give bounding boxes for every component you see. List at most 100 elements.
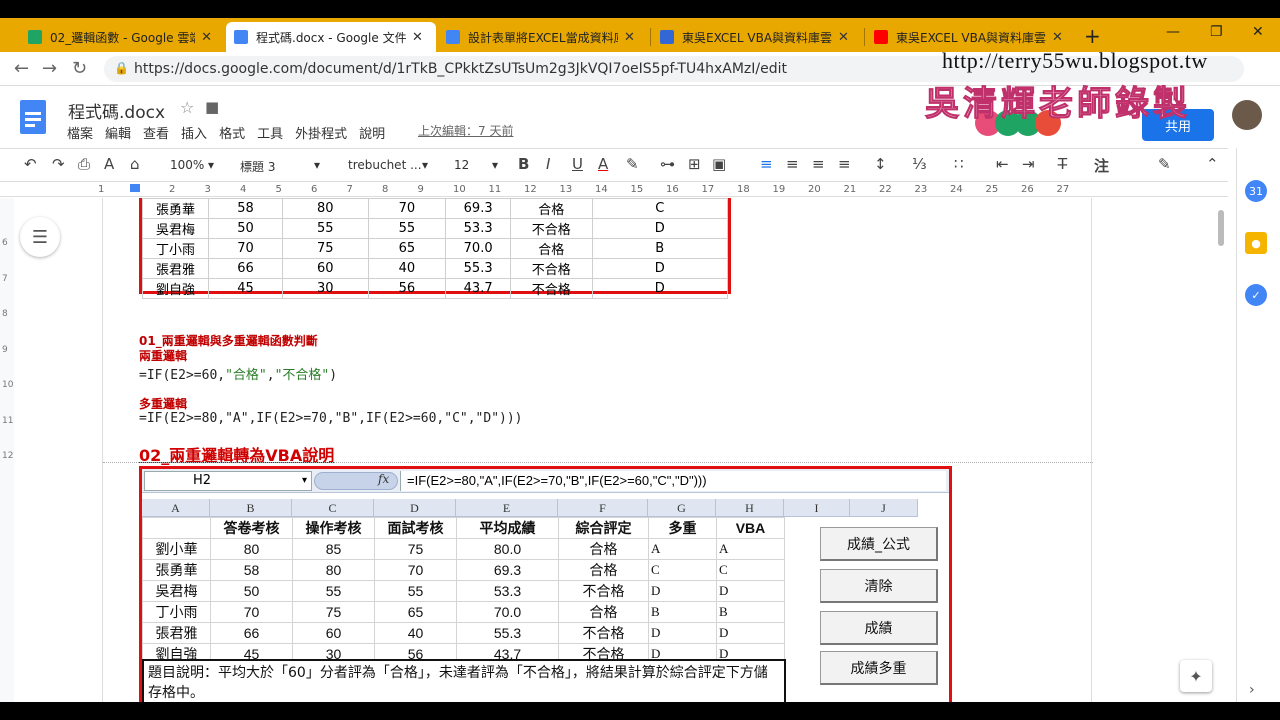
chinese-input-icon[interactable]: 注 <box>1094 155 1109 176</box>
tab-docs-active[interactable]: 程式碼.docx - Google 文件 ✕ <box>226 22 436 52</box>
watermark-url: http://terry55wu.blogspot.tw <box>942 48 1208 73</box>
grid-cell: 操作考核 <box>292 517 375 539</box>
restore-icon[interactable]: ❐ <box>1210 24 1223 40</box>
menu-insert[interactable]: 插入 <box>181 123 207 142</box>
style-select[interactable]: 標題 3 <box>240 158 275 175</box>
lock-icon: 🔒 <box>114 61 129 75</box>
editing-mode-icon[interactable]: ✎ <box>1158 155 1171 173</box>
chevron-down-icon: ▾ <box>492 158 499 172</box>
close-icon[interactable]: ✕ <box>201 30 212 45</box>
explore-icon[interactable]: ✦ <box>1180 660 1212 692</box>
undo-icon[interactable]: ↶ <box>24 155 37 173</box>
window-close-icon[interactable]: ✕ <box>1252 24 1264 40</box>
table-cell: 69.3 <box>445 198 511 219</box>
underline-icon[interactable]: U <box>572 155 583 173</box>
table-cell: 55.3 <box>445 258 511 279</box>
menu-file[interactable]: 檔案 <box>67 123 93 142</box>
link-icon[interactable]: ⊶ <box>660 155 675 173</box>
numbered-list-icon[interactable]: ⅓ <box>912 155 927 173</box>
table-cell: 張勇華 <box>141 198 210 219</box>
menu-edit[interactable]: 編輯 <box>105 123 131 142</box>
star-icon[interactable]: ☆ <box>180 98 194 117</box>
tab-blog[interactable]: 東吳EXCEL VBA與資料庫雲端 ✕ <box>652 22 862 52</box>
indent-marker-icon[interactable] <box>130 184 140 192</box>
table-cell: 不合格 <box>510 218 593 239</box>
paint-format-icon[interactable]: ⌂ <box>130 155 140 173</box>
minimize-icon[interactable]: — <box>1166 24 1180 40</box>
bulleted-list-icon[interactable]: ∷ <box>954 155 964 173</box>
image-icon[interactable]: ▣ <box>712 155 726 173</box>
account-avatar[interactable] <box>1232 100 1262 130</box>
ruler-tick: 21 <box>843 184 857 195</box>
line-spacing-icon[interactable]: ↕ <box>874 155 887 173</box>
grid-cell: 面試考核 <box>374 517 457 539</box>
back-icon[interactable]: ← <box>14 58 29 79</box>
text-color-icon[interactable]: A <box>598 155 608 173</box>
ruler-tick: 6 <box>311 184 318 195</box>
close-icon[interactable]: ✕ <box>1052 30 1063 45</box>
menu-addons[interactable]: 外掛程式 <box>295 123 347 142</box>
menu-tools[interactable]: 工具 <box>257 123 283 142</box>
tab-drive[interactable]: 02_邏輯函數 - Google 雲端硬碟 ✕ <box>20 22 220 52</box>
last-edit-link[interactable]: 上次編輯：7 天前 <box>418 122 513 139</box>
table-cell: 合格 <box>510 238 593 259</box>
align-center-icon[interactable]: ≡ <box>786 155 799 173</box>
table-cell: 70.0 <box>445 238 511 259</box>
tab-docs-2[interactable]: 設計表單將EXCEL當成資料庫 ✕ <box>438 22 648 52</box>
grid-cell: 張勇華 <box>142 559 211 581</box>
table-row: 丁小雨 70 75 65 70.0 合格 B B <box>142 601 785 623</box>
grid-cell: 55 <box>374 580 457 602</box>
decrease-indent-icon[interactable]: ⇤ <box>996 155 1009 173</box>
ruler-tick: 3 <box>204 184 211 195</box>
tasks-icon[interactable]: ✓ <box>1245 284 1267 306</box>
font-size-select[interactable]: 12 <box>454 158 469 172</box>
zoom-select[interactable]: 100% <box>170 158 204 172</box>
folder-icon[interactable]: ■ <box>205 98 219 116</box>
highlight-icon[interactable]: ✎ <box>626 155 639 173</box>
font-select[interactable]: trebuchet ... <box>348 158 422 172</box>
spellcheck-icon[interactable]: A <box>104 155 114 173</box>
keep-icon[interactable]: ● <box>1245 232 1267 254</box>
clear-format-icon[interactable]: T̶ <box>1058 155 1067 173</box>
expand-panel-icon[interactable]: › <box>1249 682 1255 698</box>
bold-icon[interactable]: B <box>518 155 529 173</box>
reload-icon[interactable]: ↻ <box>72 58 87 79</box>
increase-indent-icon[interactable]: ⇥ <box>1022 155 1035 173</box>
justify-icon[interactable]: ≡ <box>838 155 851 173</box>
ruler-tick: 17 <box>701 184 715 195</box>
close-icon[interactable]: ✕ <box>838 30 849 45</box>
horizontal-ruler[interactable]: 1123456789101112131415161718192021222324… <box>0 183 1228 197</box>
new-tab-icon[interactable]: + <box>1084 24 1101 48</box>
menu-format[interactable]: 格式 <box>219 123 245 142</box>
comment-icon[interactable]: ⊞ <box>688 155 701 173</box>
grid-cell: 53.3 <box>456 580 559 602</box>
tab-separator <box>650 28 651 46</box>
align-right-icon[interactable]: ≡ <box>812 155 825 173</box>
ruler-tick: 1 <box>98 184 105 195</box>
menu-help[interactable]: 說明 <box>359 123 385 142</box>
document-title[interactable]: 程式碼.docx <box>68 98 165 123</box>
docs-logo-icon[interactable] <box>20 100 46 134</box>
ruler-tick: 9 <box>417 184 424 195</box>
ruler-tick: 15 <box>630 184 644 195</box>
collapse-toolbar-icon[interactable]: ⌃ <box>1206 155 1219 173</box>
close-icon[interactable]: ✕ <box>624 30 635 45</box>
table-row: 張君雅 66 60 40 55.3 不合格 D <box>141 258 729 279</box>
align-left-icon[interactable]: ≡ <box>760 155 773 173</box>
document-page[interactable]: 張勇華 58 80 70 69.3 合格 C 吳君梅 50 55 55 53.3 不合格 D 丁小雨 70 75… <box>102 198 1093 702</box>
ruler-tick: 8 <box>382 184 389 195</box>
grid-cell: 丁小雨 <box>142 601 211 623</box>
grid-cell: 50 <box>210 580 293 602</box>
table-cell: 58 <box>208 198 283 219</box>
outline-icon[interactable]: ☰ <box>20 217 60 257</box>
calendar-icon[interactable]: 31 <box>1245 180 1267 202</box>
forward-icon[interactable]: → <box>42 58 57 79</box>
italic-icon[interactable]: I <box>546 155 550 173</box>
close-icon[interactable]: ✕ <box>412 30 423 45</box>
print-icon[interactable]: ⎙ <box>78 155 90 173</box>
top-table: 張勇華 58 80 70 69.3 合格 C 吳君梅 50 55 55 53.3 不合格 D 丁小雨 70 75… <box>139 198 731 299</box>
column-headers: ABCDEFGHIJ <box>142 499 949 517</box>
scrollbar-thumb[interactable] <box>1218 210 1224 246</box>
menu-view[interactable]: 查看 <box>143 123 169 142</box>
redo-icon[interactable]: ↷ <box>52 155 65 173</box>
